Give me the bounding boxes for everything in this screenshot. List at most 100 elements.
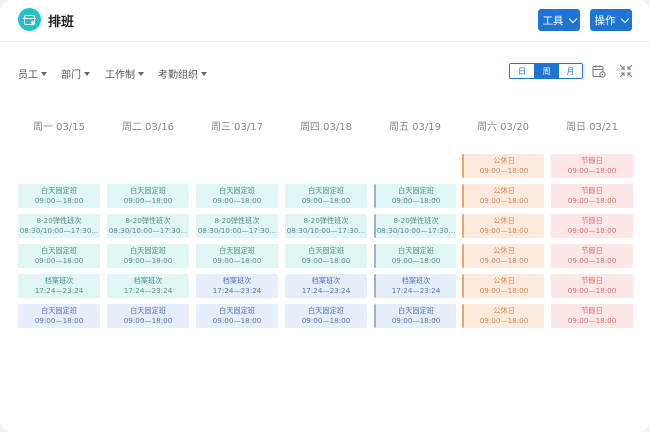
top-header: 排班 工具 操作 [0,0,650,42]
shift-time: 09:00—18:00 [34,256,84,265]
day-header: 周六 03/20 [477,122,529,133]
shift-cell[interactable]: 档案班次 17:24—23:24 [374,274,456,298]
employee-filter[interactable]: 员工 [18,66,47,81]
tools-label: 工具 [542,14,564,27]
shift-cell[interactable]: 档案班次 17:24—23:24 [18,274,100,298]
shift-cell[interactable]: 公休日 09:00—18:00 [462,304,544,328]
shift-time: 09:00—18:00 [123,196,173,205]
collapse-icon[interactable] [619,64,633,78]
shift-cell[interactable]: 白天固定班 09:00—18:00 [285,244,367,268]
shift-cell[interactable]: 档案班次 17:24—23:24 [196,274,278,298]
shift-cell[interactable]: 白天固定班 09:00—18:00 [374,184,456,208]
shift-time: 09:00—18:00 [212,196,262,205]
day-header: 周日 03/21 [566,122,618,133]
calendar-logo-icon [18,8,41,31]
shift-time: 09:00—18:00 [301,196,351,205]
shift-time: 08:30/10:00—17:30... [19,226,99,235]
shift-cell[interactable]: 白天固定班 09:00—18:00 [107,184,189,208]
shift-cell[interactable]: 白天固定班 09:00—18:00 [374,244,456,268]
shift-cell[interactable]: 公休日 09:00—18:00 [462,214,544,238]
shift-name: 8-20弹性班次 [303,216,349,225]
shift-cell[interactable]: 节假日 09:00—18:00 [551,214,633,238]
shift-name: 白天固定班 [398,246,434,255]
shift-time: 17:24—23:24 [212,286,262,295]
shift-name: 档案班次 [44,276,74,285]
view-month-button[interactable]: 月 [558,64,582,78]
shift-name: 节假日 [581,156,603,165]
shift-time: 09:00—18:00 [123,256,173,265]
shift-time: 09:00—18:00 [34,196,84,205]
shift-name: 公休日 [493,306,515,315]
shift-cell[interactable]: 节假日 09:00—18:00 [551,184,633,208]
shift-time: 09:00—18:00 [391,256,441,265]
employee-filter-label: 员工 [18,70,38,81]
shift-cell[interactable]: 节假日 09:00—18:00 [551,274,633,298]
shift-cell[interactable]: 8-20弹性班次 08:30/10:00—17:30... [196,214,278,238]
shift-cell[interactable]: 8-20弹性班次 08:30/10:00—17:30... [374,214,456,238]
shift-cell[interactable]: 档案班次 17:24—23:24 [285,274,367,298]
shift-cell[interactable]: 白天固定班 09:00—18:00 [18,244,100,268]
shift-name: 节假日 [581,306,603,315]
attendance-org-filter[interactable]: 考勤组织 [158,66,207,81]
shift-cell[interactable]: 公休日 09:00—18:00 [462,154,544,178]
shift-name: 8-20弹性班次 [393,216,439,225]
shift-name: 白天固定班 [398,306,434,315]
page-title: 排班 [48,15,75,30]
shift-time: 09:00—18:00 [479,286,529,295]
shift-cell[interactable]: 白天固定班 09:00—18:00 [285,304,367,328]
shift-time: 09:00—18:00 [391,316,441,325]
shift-cell[interactable]: 白天固定班 09:00—18:00 [18,184,100,208]
shift-cell[interactable]: 节假日 09:00—18:00 [551,154,633,178]
operations-label: 操作 [594,14,616,27]
shift-cell[interactable]: 白天固定班 09:00—18:00 [196,184,278,208]
shift-name: 白天固定班 [41,186,77,195]
shift-time: 08:30/10:00—17:30... [108,226,188,235]
shift-time: 08:30/10:00—17:30... [197,226,277,235]
department-filter[interactable]: 部门 [61,66,90,81]
shift-name: 白天固定班 [130,306,166,315]
day-header: 周三 03/17 [211,122,263,133]
shift-name: 白天固定班 [398,186,434,195]
shift-cell[interactable]: 白天固定班 09:00—18:00 [18,304,100,328]
shift-name: 白天固定班 [41,306,77,315]
shift-time: 09:00—18:00 [301,256,351,265]
shift-cell[interactable]: 白天固定班 09:00—18:00 [285,184,367,208]
caret-down-icon [201,71,207,76]
tools-dropdown-button[interactable]: 工具 [538,9,580,31]
shift-cell[interactable]: 白天固定班 09:00—18:00 [107,244,189,268]
shift-cell[interactable]: 8-20弹性班次 08:30/10:00—17:30... [18,214,100,238]
shift-cell[interactable]: 白天固定班 09:00—18:00 [196,304,278,328]
shift-cell[interactable]: 8-20弹性班次 08:30/10:00—17:30... [107,214,189,238]
shift-time: 09:00—18:00 [391,196,441,205]
shift-name: 公休日 [493,186,515,195]
shift-name: 白天固定班 [219,186,255,195]
shift-time: 09:00—18:00 [34,316,84,325]
shift-time: 17:24—23:24 [391,286,441,295]
operations-dropdown-button[interactable]: 操作 [590,9,632,31]
caret-down-icon [84,71,90,76]
shift-time: 09:00—18:00 [567,316,617,325]
shift-time: 09:00—18:00 [479,196,529,205]
work-system-filter[interactable]: 工作制 [105,66,144,81]
shift-cell[interactable]: 档案班次 17:24—23:24 [107,274,189,298]
shift-name: 白天固定班 [219,306,255,315]
shift-cell[interactable]: 公休日 09:00—18:00 [462,244,544,268]
shift-time: 09:00—18:00 [212,256,262,265]
view-day-button[interactable]: 日 [510,64,534,78]
calendar-settings-icon[interactable] [592,64,606,78]
shift-cell[interactable]: 白天固定班 09:00—18:00 [107,304,189,328]
shift-time: 09:00—18:00 [123,316,173,325]
view-week-button[interactable]: 周 [534,64,558,78]
shift-cell[interactable]: 白天固定班 09:00—18:00 [374,304,456,328]
chevron-down-icon [568,14,577,23]
shift-time: 09:00—18:00 [567,286,617,295]
shift-cell[interactable]: 公休日 09:00—18:00 [462,184,544,208]
shift-cell[interactable]: 8-20弹性班次 08:30/10:00—17:30... [285,214,367,238]
shift-cell[interactable]: 白天固定班 09:00—18:00 [196,244,278,268]
shift-name: 白天固定班 [130,186,166,195]
shift-name: 8-20弹性班次 [214,216,260,225]
shift-cell[interactable]: 节假日 09:00—18:00 [551,304,633,328]
shift-cell[interactable]: 节假日 09:00—18:00 [551,244,633,268]
shift-cell[interactable]: 公休日 09:00—18:00 [462,274,544,298]
shift-name: 白天固定班 [308,246,344,255]
